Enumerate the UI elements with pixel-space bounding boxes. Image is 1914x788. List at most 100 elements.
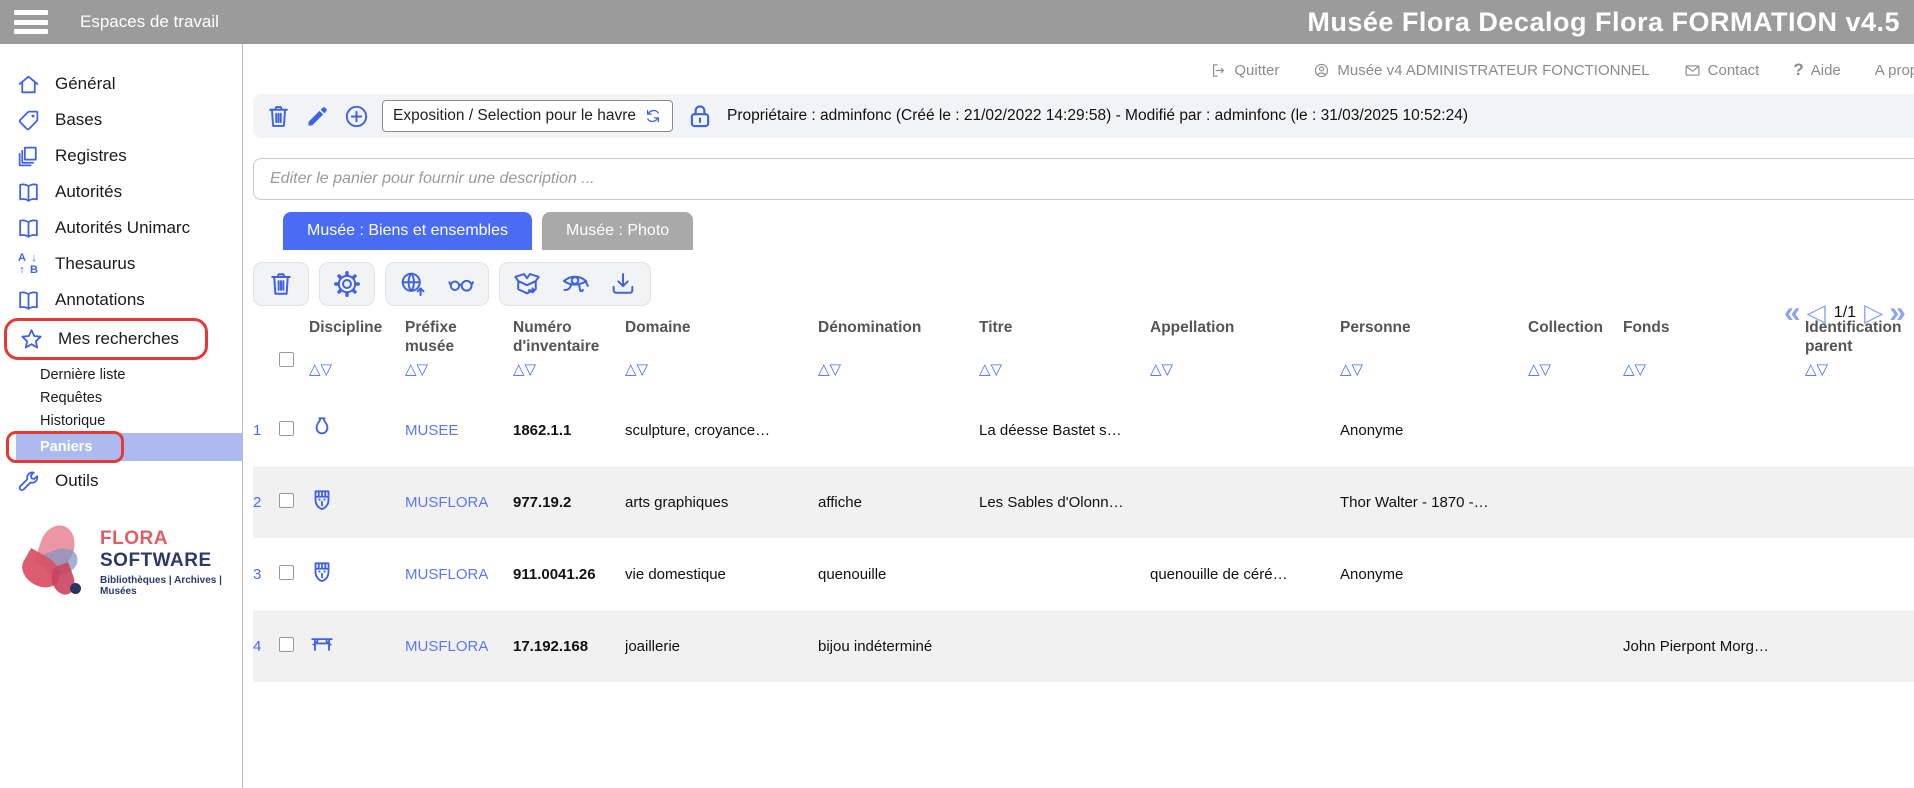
row-checkbox[interactable] [279, 564, 294, 580]
row-checkbox[interactable] [279, 420, 294, 436]
page-indicator: 1/1 [1833, 304, 1857, 321]
first-page-icon[interactable]: « [1784, 298, 1801, 328]
cell-appellation: quenouille de céré… [1150, 565, 1288, 583]
sidebar-subitem-paniers[interactable]: Paniers [6, 431, 242, 463]
sort-asc-icon: △ [1805, 361, 1817, 378]
sidebar-item-bases[interactable]: Bases [0, 102, 242, 138]
cell-identification [1805, 538, 1914, 610]
apropos-label: A propos [1874, 61, 1914, 79]
row-checkbox[interactable] [279, 636, 294, 652]
prefixe-link[interactable]: MUSFLORA [405, 466, 513, 538]
sidebar-item-autorites-unimarc[interactable]: Autorités Unimarc [0, 210, 242, 246]
sidebar-item-autorites[interactable]: Autorités [0, 174, 242, 210]
cell-denomination [818, 394, 979, 466]
contact-label: Contact [1707, 61, 1760, 79]
cell-collection [1528, 538, 1623, 610]
sort-collection[interactable]: △▽ [1528, 360, 1619, 379]
sort-asc-icon: △ [979, 361, 991, 378]
sort-denomination[interactable]: △▽ [818, 360, 975, 379]
cell-identification [1805, 394, 1914, 466]
sort-discipline[interactable]: △▽ [309, 360, 401, 379]
select-all-checkbox[interactable] [279, 352, 294, 367]
sidebar-item-label: Autorités Unimarc [55, 218, 191, 237]
cell-domaine: vie domestique [625, 565, 726, 583]
last-page-icon[interactable]: » [1889, 298, 1906, 328]
contact-button[interactable]: Contact [1684, 61, 1760, 79]
sort-prefixe[interactable]: △▽ [405, 360, 509, 379]
hamburger-menu-icon[interactable] [14, 10, 48, 34]
sidebar-subitem-derniere-liste[interactable]: Dernière liste [0, 364, 242, 387]
row-number[interactable]: 2 [253, 466, 279, 538]
sort-fonds[interactable]: △▽ [1623, 360, 1801, 379]
envelope-icon [1685, 64, 1700, 76]
tab-photo[interactable]: Musée : Photo [542, 212, 694, 250]
col-header-denomination: Dénomination [818, 319, 922, 336]
sidebar-subitem-historique[interactable]: Historique [0, 410, 242, 433]
cell-collection [1528, 394, 1623, 466]
sidebar-item-general[interactable]: Général [0, 66, 242, 102]
sidebar-item-outils[interactable]: Outils [0, 463, 242, 499]
prefixe-link[interactable]: MUSFLORA [405, 610, 513, 682]
user-icon [1315, 63, 1329, 77]
sort-appellation[interactable]: △▽ [1150, 360, 1336, 379]
row-number[interactable]: 4 [253, 610, 279, 682]
sort-domaine[interactable]: △▽ [625, 360, 814, 379]
sidebar-item-annotations[interactable]: Annotations [0, 282, 242, 318]
tab-biens-et-ensembles[interactable]: Musée : Biens et ensembles [283, 212, 532, 250]
aide-label: Aide [1810, 61, 1841, 79]
mask-icon [314, 490, 330, 511]
table-icon [311, 638, 333, 651]
col-header-domaine: Domaine [625, 319, 691, 336]
sort-numero[interactable]: △▽ [513, 360, 621, 379]
sort-asc-icon: △ [1340, 361, 1352, 378]
sidebar-item-mes-recherches[interactable]: Mes recherches [4, 318, 208, 360]
sort-asc-icon: △ [405, 361, 417, 378]
sort-identification[interactable]: △▽ [1805, 360, 1914, 379]
delete-panier-icon[interactable] [265, 103, 292, 130]
sort-desc-icon: ▽ [1816, 361, 1829, 378]
apropos-button[interactable]: A propos [1875, 62, 1914, 79]
sidebar-item-thesaurus[interactable]: A ↓ ↑ B Thesaurus [0, 246, 242, 282]
panier-select[interactable]: Exposition / Selection pour le havre [382, 100, 673, 132]
cell-personne [1340, 610, 1528, 682]
sidebar-item-label: Thesaurus [55, 254, 136, 273]
add-panier-icon[interactable] [343, 103, 370, 130]
brand-software: SOFTWARE [100, 549, 212, 571]
sort-asc-icon: △ [513, 361, 525, 378]
quitter-button[interactable]: Quitter [1210, 62, 1279, 79]
publish-view-button-group[interactable] [385, 262, 489, 306]
sidebar-subitem-requetes[interactable]: Requêtes [0, 387, 242, 410]
settings-button[interactable] [319, 262, 375, 306]
delete-selection-button[interactable] [253, 262, 309, 306]
numero-inventaire: 977.19.2 [513, 493, 572, 511]
tag-icon [18, 110, 39, 130]
prefixe-link[interactable]: MUSEE [405, 394, 513, 466]
results-toolbar [253, 262, 1914, 306]
col-header-collection: Collection [1528, 319, 1603, 336]
refresh-icon[interactable] [644, 107, 662, 125]
user-label: Musée v4 ADMINISTRATEUR FONCTIONNEL [1337, 61, 1650, 79]
cell-fonds [1623, 466, 1805, 538]
download-icon [612, 273, 634, 294]
panier-description-input[interactable] [253, 158, 1914, 200]
user-menu[interactable]: Musée v4 ADMINISTRATEUR FONCTIONNEL [1313, 61, 1650, 79]
edit-panier-icon[interactable] [304, 103, 331, 130]
sort-titre[interactable]: △▽ [979, 360, 1146, 379]
row-number[interactable]: 3 [253, 538, 279, 610]
vase-icon [315, 417, 329, 435]
flora-software-logo: FLORA SOFTWARE Bibliothèques | Archives … [16, 520, 242, 599]
prefixe-link[interactable]: MUSFLORA [405, 538, 513, 610]
row-checkbox[interactable] [279, 492, 294, 508]
col-header-fonds: Fonds [1623, 319, 1670, 336]
cell-identification [1805, 610, 1914, 682]
next-page-icon[interactable]: ▷ [1864, 298, 1883, 328]
table-row: 4 MUSFLORA 17.192.168 joaillerie bijou i… [253, 610, 1914, 682]
aide-button[interactable]: ? Aide [1793, 60, 1840, 80]
app-title: Musée Flora Decalog Flora FORMATION v4.5 [1307, 6, 1900, 37]
export-button-group[interactable] [499, 262, 651, 306]
sidebar-item-registres[interactable]: Registres [0, 138, 242, 174]
row-number[interactable]: 1 [253, 394, 279, 466]
lock-icon[interactable] [685, 100, 715, 132]
sort-personne[interactable]: △▽ [1340, 360, 1524, 379]
previous-page-icon[interactable]: ◁ [1807, 298, 1826, 328]
